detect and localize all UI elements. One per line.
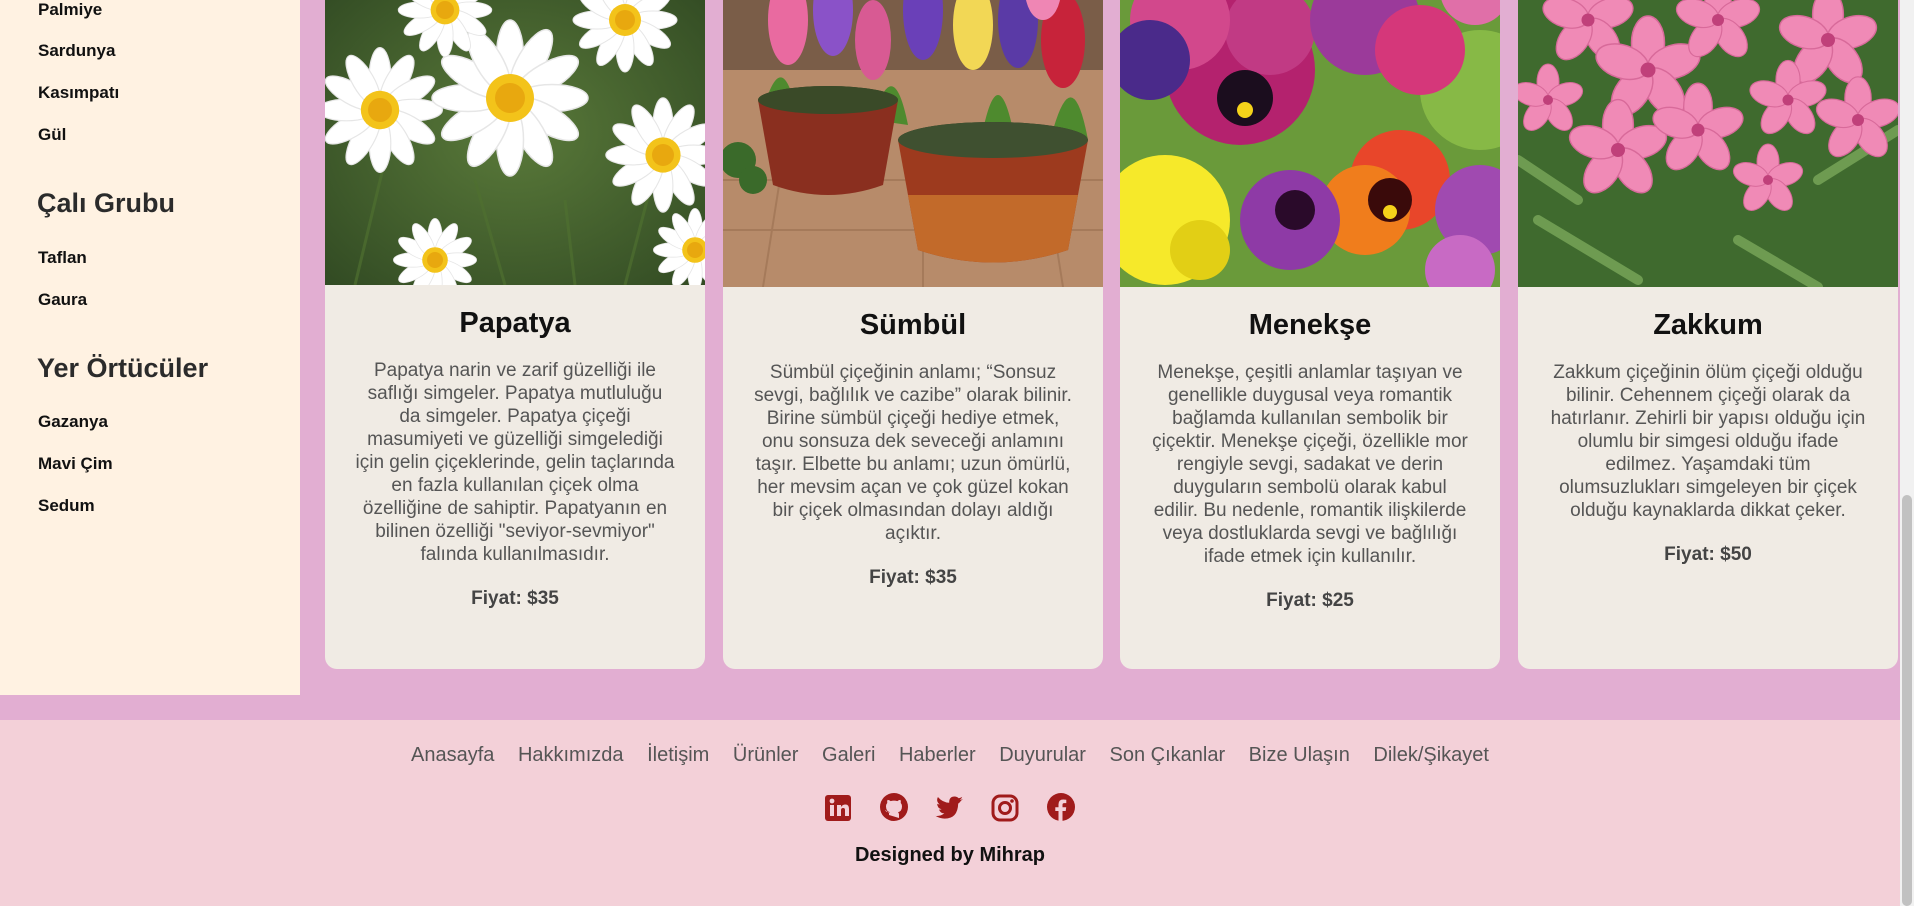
daisy-photo: [325, 0, 705, 285]
twitter-icon[interactable]: [935, 794, 965, 827]
instagram-icon[interactable]: [991, 794, 1019, 827]
card-price: Fiyat: $25: [1266, 590, 1354, 611]
social-links: [0, 792, 1900, 827]
sidebar-item-taflan[interactable]: Taflan: [38, 248, 87, 268]
facebook-icon[interactable]: [1046, 792, 1076, 827]
scrollbar-thumb[interactable]: [1902, 495, 1912, 906]
footer-link-duyurular[interactable]: Duyurular: [999, 744, 1086, 766]
page-scrollbar[interactable]: [1900, 0, 1914, 906]
footer-link-iletisim[interactable]: İletişim: [647, 744, 709, 766]
card-price: Fiyat: $35: [869, 567, 957, 588]
card-title: Menekşe: [1248, 309, 1372, 341]
card-price: Fiyat: $35: [471, 588, 559, 609]
card-price: Fiyat: $50: [1664, 544, 1752, 565]
card-body: Menekşe Menekşe, çeşitli anlamlar taşıya…: [1120, 307, 1500, 612]
footer-link-haberler[interactable]: Haberler: [899, 744, 976, 766]
card-body: Sümbül Sümbül çiçeğinin anlamı; “Sonsuz …: [723, 307, 1103, 589]
product-card: Papatya Papatya narin ve zarif güzelliği…: [325, 0, 705, 669]
footer-link-galeri[interactable]: Galeri: [822, 744, 875, 766]
sidebar-item-gul[interactable]: Gül: [38, 125, 66, 145]
github-icon[interactable]: [879, 792, 909, 827]
sidebar-item-sedum[interactable]: Sedum: [38, 496, 95, 516]
card-description: Menekşe, çeşitli anlamlar taşıyan ve gen…: [1152, 362, 1468, 567]
pansy-photo: [1120, 0, 1500, 287]
designer-credit: Designed by Mihrap: [854, 844, 1046, 866]
sidebar-item-mavi-cim[interactable]: Mavi Çim: [38, 454, 113, 474]
footer-nav: Anasayfa Hakkımızda İletişim Ürünler Gal…: [0, 744, 1900, 767]
sidebar-item-gaura[interactable]: Gaura: [38, 290, 87, 310]
footer-link-urunler[interactable]: Ürünler: [733, 744, 799, 766]
card-description: Papatya narin ve zarif güzelliği ile saf…: [355, 360, 675, 565]
card-title: Sümbül: [859, 309, 967, 341]
sidebar-item-gazanya[interactable]: Gazanya: [38, 412, 108, 432]
hyacinth-photo: [723, 0, 1103, 287]
oleander-photo: [1518, 0, 1898, 287]
footer-link-anasayfa[interactable]: Anasayfa: [411, 744, 494, 766]
footer-link-dilek-sikayet[interactable]: Dilek/Şikayet: [1373, 744, 1489, 766]
sidebar-item-palmiye[interactable]: Palmiye: [38, 0, 102, 20]
card-title: Zakkum: [1653, 309, 1763, 341]
sidebar-item-sardunya[interactable]: Sardunya: [38, 41, 115, 61]
footer-link-hakkimizda[interactable]: Hakkımızda: [518, 744, 624, 766]
sidebar-group-title-cali: Çalı Grubu: [37, 188, 176, 218]
card-body: Zakkum Zakkum çiçeğinin ölüm çiçeği oldu…: [1518, 307, 1898, 566]
sidebar-group-title-yer-ortuculer: Yer Örtücüler: [37, 353, 209, 383]
sidebar: Palmiye Sardunya Kasımpatı Gül Çalı Grub…: [0, 0, 300, 695]
sidebar-item-kasimpati[interactable]: Kasımpatı: [38, 83, 119, 103]
card-body: Papatya Papatya narin ve zarif güzelliği…: [325, 305, 705, 610]
card-title: Papatya: [459, 307, 571, 339]
product-card: Sümbül Sümbül çiçeğinin anlamı; “Sonsuz …: [723, 0, 1103, 669]
product-card: Menekşe Menekşe, çeşitli anlamlar taşıya…: [1120, 0, 1500, 669]
footer-link-bize-ulasin[interactable]: Bize Ulaşın: [1249, 744, 1350, 766]
card-description: Zakkum çiçeğinin ölüm çiçeği olduğu bili…: [1550, 362, 1866, 521]
card-description: Sümbül çiçeğinin anlamı; “Sonsuz sevgi, …: [754, 362, 1072, 544]
product-card: Zakkum Zakkum çiçeğinin ölüm çiçeği oldu…: [1518, 0, 1898, 669]
footer-link-son-cikanlar[interactable]: Son Çıkanlar: [1109, 744, 1225, 766]
linkedin-icon[interactable]: [824, 794, 852, 827]
